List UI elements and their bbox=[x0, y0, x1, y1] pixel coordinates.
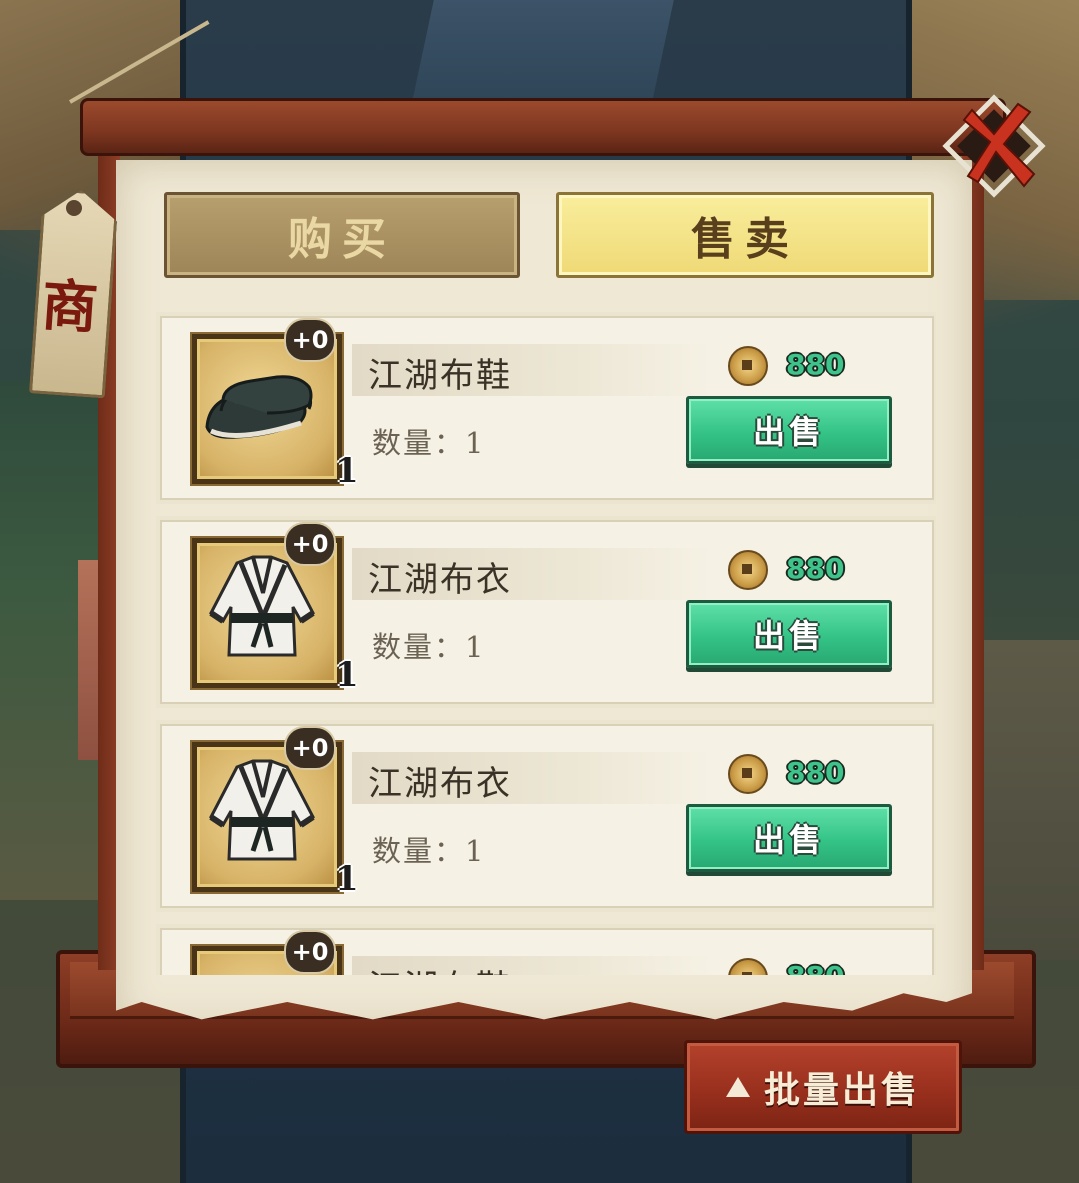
item-list[interactable]: 1 +0 江湖布鞋 数量：1 880 出售 1 +0 江湖布衣 数量：1 880 bbox=[156, 310, 936, 975]
qty-value: 1 bbox=[465, 834, 486, 868]
sell-button[interactable]: 出售 bbox=[686, 396, 892, 464]
item-price: 880 bbox=[786, 756, 845, 789]
batch-sell-button[interactable]: 批量出售 bbox=[684, 1040, 962, 1134]
item-name: 江湖布衣 bbox=[368, 764, 512, 804]
sell-button[interactable]: 出售 bbox=[686, 804, 892, 872]
item-name: 江湖布鞋 bbox=[368, 960, 512, 975]
item-price: 880 bbox=[786, 552, 845, 585]
batch-sell-label: 批量出售 bbox=[763, 1069, 920, 1111]
item-quantity: 数量：1 bbox=[372, 420, 485, 462]
coin-icon bbox=[728, 550, 768, 590]
triangle-up-icon bbox=[725, 1077, 750, 1097]
enhance-badge: +0 bbox=[284, 930, 336, 974]
list-item: 1 +0 江湖布鞋 数量：1 880 出售 bbox=[160, 928, 934, 975]
item-quantity: 数量：1 bbox=[372, 624, 485, 666]
tab-sell[interactable]: 售卖 bbox=[556, 192, 934, 278]
qty-value: 1 bbox=[465, 426, 486, 460]
shop-tag-label: 商 bbox=[39, 272, 100, 342]
list-item: 1 +0 江湖布衣 数量：1 880 出售 bbox=[160, 724, 934, 908]
list-item: 1 +0 江湖布鞋 数量：1 880 出售 bbox=[160, 316, 934, 500]
coin-icon bbox=[728, 346, 768, 386]
item-name: 江湖布鞋 bbox=[368, 356, 512, 396]
enhance-badge: +0 bbox=[284, 522, 336, 566]
item-quantity: 数量：1 bbox=[372, 828, 485, 870]
qty-value: 1 bbox=[465, 630, 486, 664]
enhance-badge: +0 bbox=[284, 726, 336, 770]
qty-label: 数量： bbox=[372, 630, 466, 664]
item-price: 880 bbox=[786, 348, 845, 381]
item-count: 1 bbox=[335, 655, 359, 695]
item-count: 1 bbox=[335, 859, 359, 899]
qty-label: 数量： bbox=[372, 426, 466, 460]
enhance-badge: +0 bbox=[284, 318, 336, 362]
item-count: 1 bbox=[335, 451, 359, 491]
coin-icon bbox=[728, 754, 768, 794]
tab-buy[interactable]: 购买 bbox=[164, 192, 520, 278]
tag-hole bbox=[66, 200, 82, 216]
close-icon[interactable] bbox=[938, 90, 1050, 202]
frame-top-bar bbox=[80, 98, 1006, 156]
item-name: 江湖布衣 bbox=[368, 560, 512, 600]
list-item: 1 +0 江湖布衣 数量：1 880 出售 bbox=[160, 520, 934, 704]
sell-button[interactable]: 出售 bbox=[686, 600, 892, 668]
coin-icon bbox=[728, 958, 768, 975]
qty-label: 数量： bbox=[372, 834, 466, 868]
item-price: 880 bbox=[786, 960, 844, 975]
